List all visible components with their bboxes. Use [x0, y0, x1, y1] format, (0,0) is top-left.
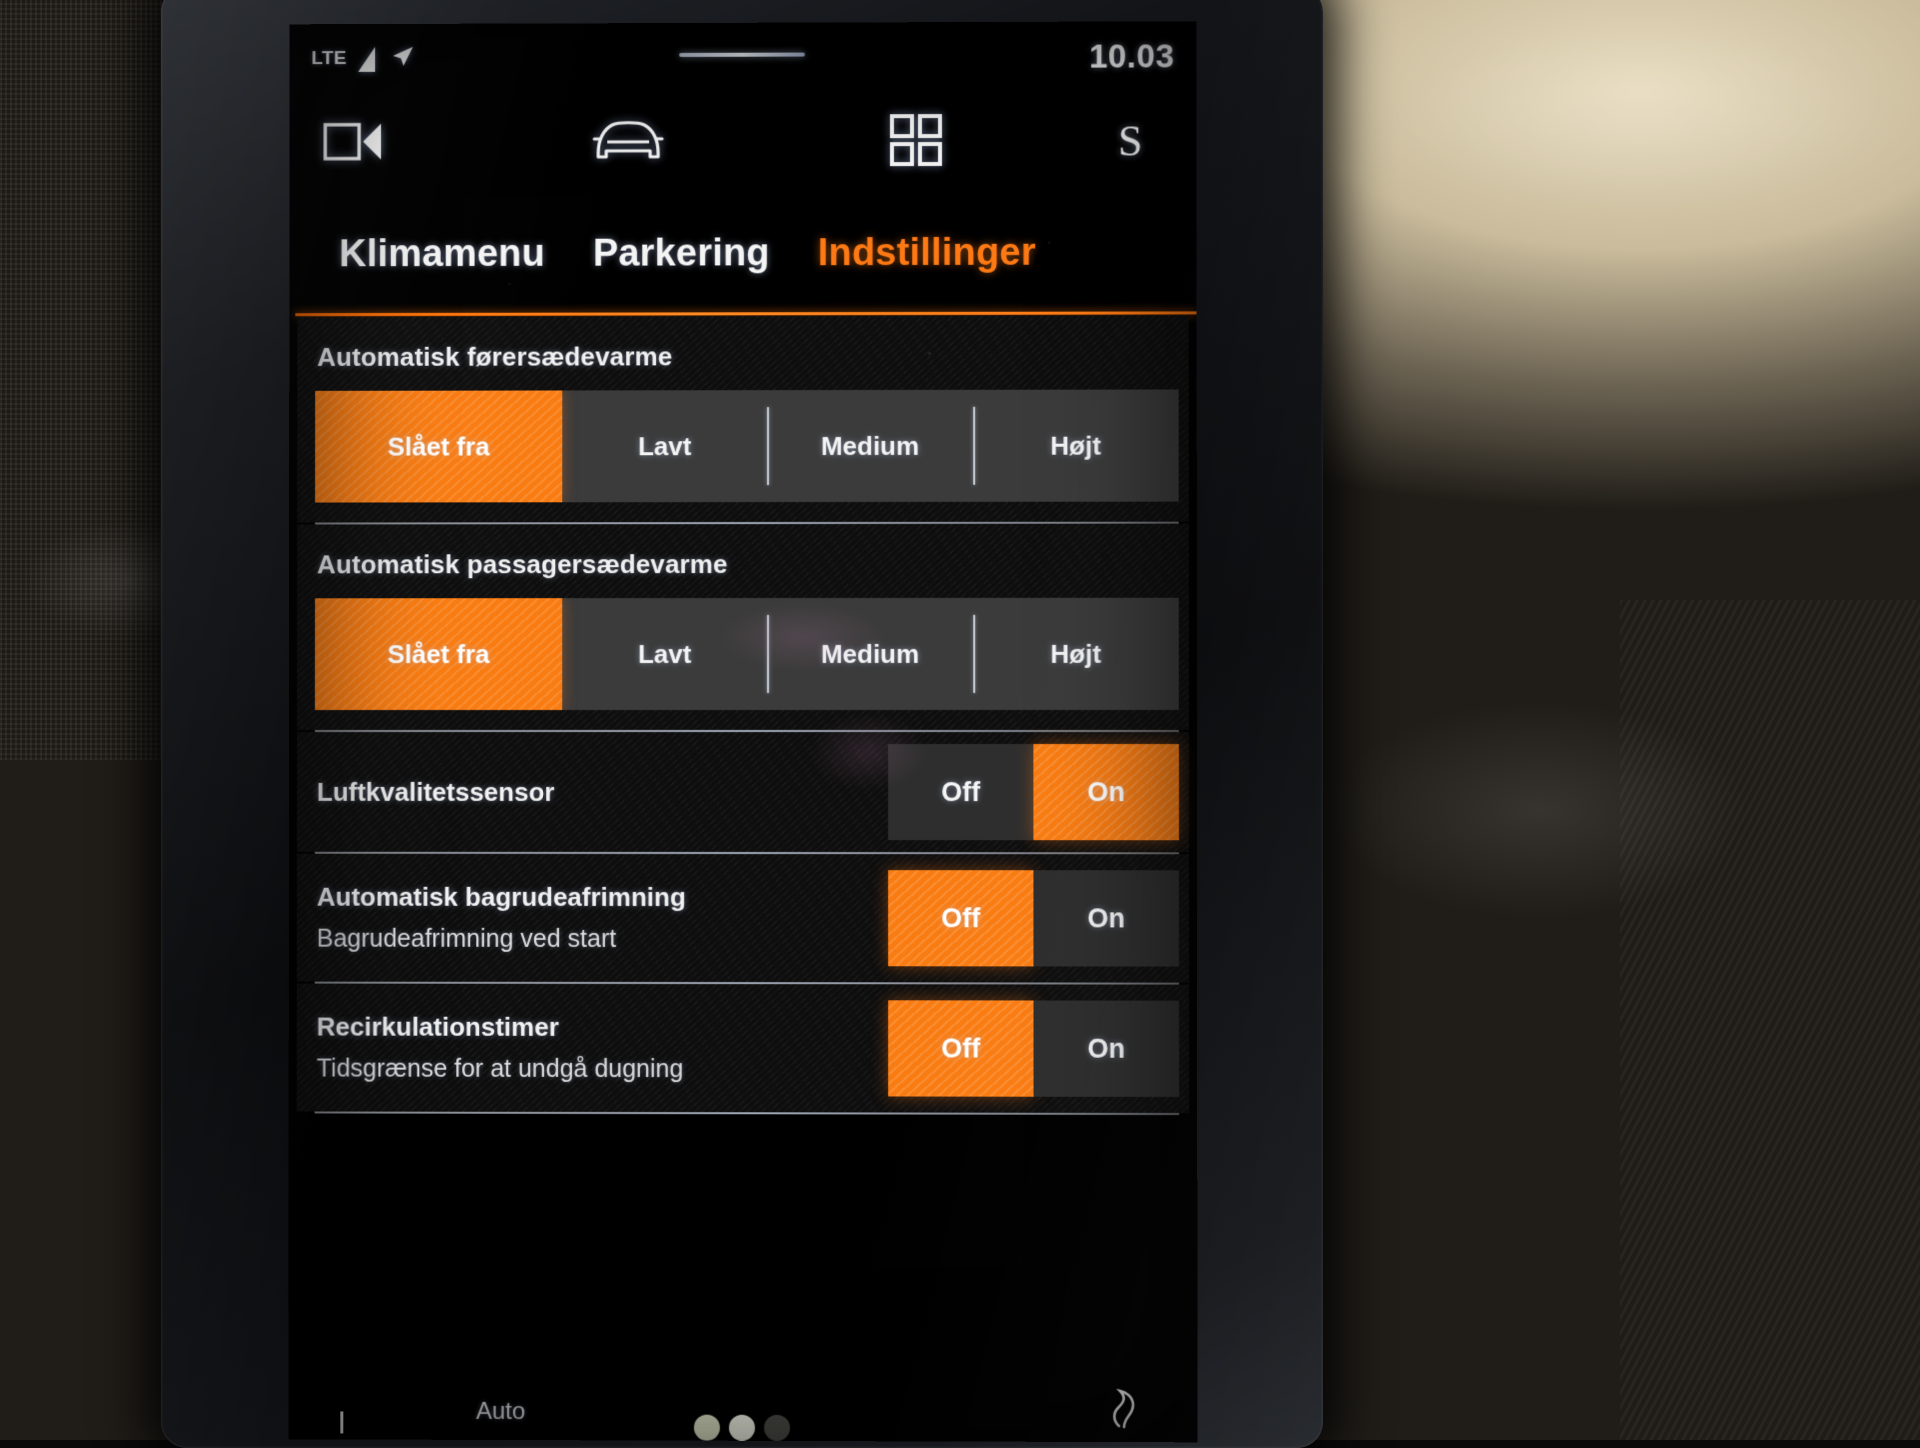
car-view-button[interactable] [573, 93, 683, 193]
auto-climate-label[interactable]: Auto [476, 1398, 525, 1426]
driver-seat-heat-segmented-control[interactable]: Slået fra Lavt Medium Højt [315, 389, 1179, 502]
setting-auto-rear-defrost: Automatisk bagrudeafrimning Bagrudeafrim… [297, 854, 1189, 983]
temperature-tick [340, 1411, 343, 1433]
dust-speck [508, 283, 510, 285]
segment-option-off[interactable]: Slået fra [315, 390, 562, 502]
settings-list: Automatisk førersædevarme Slået fra Lavt… [288, 315, 1197, 1442]
driver-profile-button[interactable]: S [1090, 91, 1170, 191]
signal-bars-icon [358, 46, 375, 71]
car-front-icon [590, 116, 666, 169]
seat-level-dots[interactable] [694, 1415, 790, 1441]
tab-klimamenu[interactable]: Klimamenu [315, 232, 569, 275]
seat-dot [764, 1415, 790, 1441]
camera-view-icon [323, 119, 385, 168]
toggle-option-on[interactable]: On [1033, 870, 1179, 966]
seat-fabric-right [1620, 600, 1920, 1440]
toggle-option-on[interactable]: On [1033, 1000, 1179, 1096]
camera-view-button[interactable] [311, 94, 397, 194]
air-quality-sensor-toggle[interactable]: Off On [888, 744, 1179, 840]
toggle-option-on[interactable]: On [1033, 744, 1179, 840]
segment-option-medium[interactable]: Medium [767, 390, 972, 502]
top-icon-bar: S [289, 91, 1196, 193]
dust-speck [928, 352, 931, 355]
glass-smudge [808, 712, 928, 792]
glass-smudge [718, 602, 888, 672]
drag-handle[interactable] [679, 53, 805, 57]
climate-bottom-bar: Auto [288, 1367, 1197, 1442]
seat-dot [694, 1415, 720, 1441]
tab-parkering[interactable]: Parkering [569, 232, 794, 275]
setting-air-quality-sensor: Luftkvalitetssensor Off On [297, 732, 1189, 852]
fan-button[interactable] [1107, 1389, 1141, 1434]
tab-indstillinger[interactable]: Indstillinger [794, 231, 1060, 275]
dust-speck [1048, 242, 1050, 244]
segment-option-low[interactable]: Lavt [562, 390, 767, 502]
segment-option-high[interactable]: Højt [973, 389, 1179, 501]
setting-label: Recirkulationstimer [317, 1012, 684, 1044]
setting-sublabel: Bagrudeafrimning ved start [317, 925, 686, 954]
segment-option-high[interactable]: Højt [973, 598, 1179, 710]
fan-icon [1107, 1416, 1141, 1433]
setting-sublabel: Tidsgrænse for at undgå dugning [317, 1055, 684, 1085]
tab-bar: Klimamenu Parkering Indstillinger [289, 191, 1196, 315]
spacer [297, 710, 1189, 730]
recirculation-timer-toggle[interactable]: Off On [888, 1000, 1179, 1097]
setting-label: Automatisk passagersædevarme [297, 524, 1189, 581]
cabin-highlight [1380, 30, 1900, 210]
apps-grid-icon [890, 114, 942, 171]
apps-grid-button[interactable] [866, 92, 966, 192]
profile-initial: S [1118, 119, 1143, 163]
status-bar: LTE 10.03 [289, 21, 1196, 94]
auto-rear-defrost-toggle[interactable]: Off On [888, 870, 1179, 966]
navigation-arrow-icon [390, 43, 416, 74]
setting-label: Automatisk bagrudeafrimning [317, 882, 686, 913]
infotainment-screen: LTE 10.03 [288, 21, 1197, 1442]
toggle-option-off[interactable]: Off [888, 870, 1033, 966]
segment-option-off[interactable]: Slået fra [315, 598, 562, 710]
clock: 10.03 [1089, 37, 1174, 75]
setting-label: Luftkvalitetssensor [317, 776, 555, 807]
seat-dot [729, 1415, 755, 1441]
setting-driver-seat-heat: Automatisk førersædevarme Slået fra Lavt… [297, 315, 1189, 522]
network-label: LTE [311, 48, 347, 70]
toggle-option-off[interactable]: Off [888, 1000, 1033, 1096]
setting-recirculation-timer: Recirkulationstimer Tidsgrænse for at un… [297, 984, 1189, 1113]
setting-label: Automatisk førersædevarme [297, 315, 1188, 373]
spacer [297, 502, 1189, 523]
